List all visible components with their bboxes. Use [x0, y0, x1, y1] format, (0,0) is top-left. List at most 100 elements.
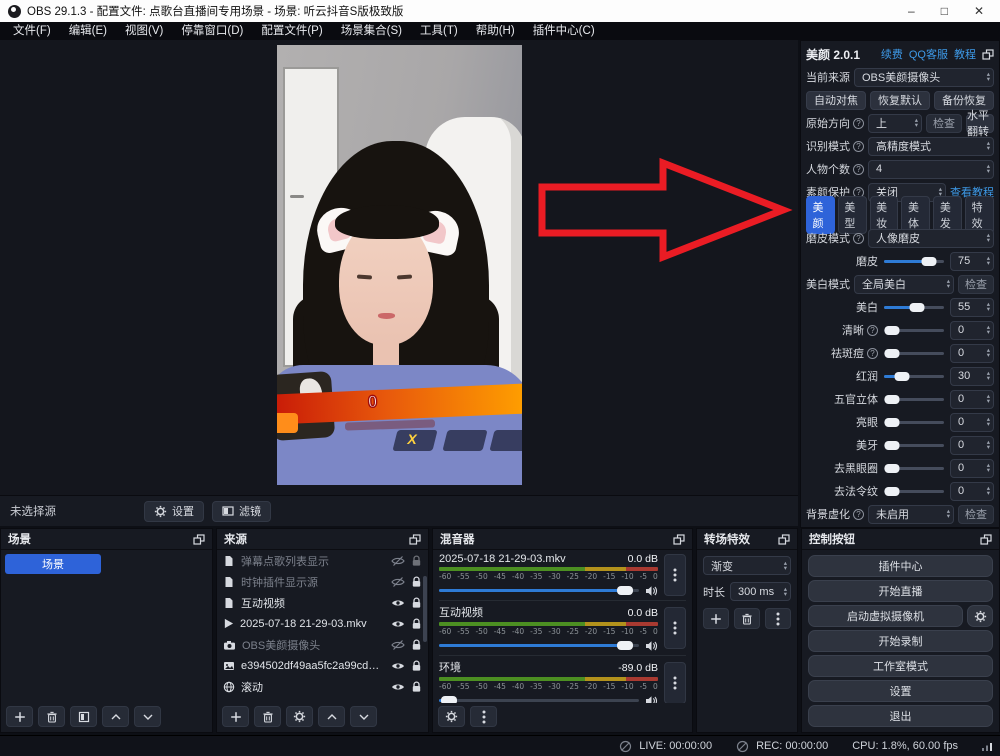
volume-slider[interactable]: [439, 589, 639, 592]
popout-icon[interactable]: [778, 534, 790, 545]
volume-handle[interactable]: [617, 586, 633, 595]
bg-blur-select[interactable]: 未启用 ▴▾: [868, 505, 954, 524]
person-count-spinner[interactable]: 4 ▴▾: [868, 160, 994, 179]
webcam-video[interactable]: 0 X: [277, 45, 522, 485]
slider-handle[interactable]: [885, 418, 900, 427]
slider-track[interactable]: [884, 421, 944, 424]
slider-handle[interactable]: [922, 257, 937, 266]
lock-icon[interactable]: [411, 597, 422, 609]
speaker-icon[interactable]: [645, 585, 658, 597]
slider-track[interactable]: [884, 306, 944, 309]
mixer-channel-menu-button[interactable]: [664, 554, 686, 596]
slider-track[interactable]: [884, 490, 944, 493]
slider-value-spinner[interactable]: 30▴▾: [950, 367, 994, 386]
virtual-cam-config-button[interactable]: [967, 605, 993, 627]
lock-icon[interactable]: [411, 555, 422, 567]
control-button-5[interactable]: 设置: [808, 680, 993, 702]
help-icon[interactable]: ?: [867, 325, 878, 336]
source-move-up-button[interactable]: [318, 706, 345, 727]
preview-canvas[interactable]: 0 X: [0, 40, 798, 495]
slider-track[interactable]: [884, 329, 944, 332]
slider-handle[interactable]: [885, 349, 900, 358]
autofocus-button[interactable]: 自动对焦: [806, 91, 866, 110]
remove-scene-button[interactable]: [38, 706, 65, 727]
add-scene-button[interactable]: [6, 706, 33, 727]
add-source-button[interactable]: [222, 706, 249, 727]
slider-value-spinner[interactable]: 55▴▾: [950, 298, 994, 317]
source-row[interactable]: 滚动: [217, 676, 428, 697]
volume-slider[interactable]: [439, 644, 639, 647]
close-button[interactable]: ✕: [974, 1, 984, 21]
smooth-mode-select[interactable]: 人像磨皮 ▴▾: [868, 229, 994, 248]
scene-item[interactable]: 场景: [5, 554, 101, 574]
volume-slider[interactable]: [439, 699, 639, 702]
help-icon[interactable]: ?: [853, 141, 864, 152]
whiten-check-button[interactable]: 检查: [958, 275, 994, 294]
mixer-menu-button[interactable]: [470, 706, 497, 727]
control-button-2[interactable]: 启动虚拟摄像机: [808, 605, 963, 627]
bg-blur-check-button[interactable]: 检查: [958, 505, 994, 524]
source-row[interactable]: 2025-07-18 21-29-03.mkv: [217, 613, 428, 634]
popout-icon[interactable]: [193, 534, 205, 545]
hidden-eye-icon[interactable]: [391, 555, 405, 567]
menu-item-5[interactable]: 场景集合(S): [332, 22, 411, 40]
flip-horizontal-button[interactable]: 水平翻转: [966, 114, 994, 133]
visible-eye-icon[interactable]: [391, 660, 405, 672]
help-icon[interactable]: ?: [853, 509, 864, 520]
menu-item-2[interactable]: 视图(V): [116, 22, 172, 40]
slider-value-spinner[interactable]: 0▴▾: [950, 390, 994, 409]
lock-icon[interactable]: [411, 681, 422, 693]
mixer-channel-menu-button[interactable]: [664, 662, 686, 703]
hidden-eye-icon[interactable]: [391, 576, 405, 588]
popout-icon[interactable]: [409, 534, 421, 545]
slider-value-spinner[interactable]: 0▴▾: [950, 413, 994, 432]
sources-scrollbar[interactable]: [423, 576, 427, 642]
source-properties-button[interactable]: [286, 706, 313, 727]
source-settings-button[interactable]: 设置: [144, 501, 204, 522]
slider-value-spinner[interactable]: 0▴▾: [950, 321, 994, 340]
menu-item-0[interactable]: 文件(F): [4, 22, 60, 40]
slider-handle[interactable]: [885, 441, 900, 450]
slider-handle[interactable]: [885, 464, 900, 473]
visible-eye-icon[interactable]: [391, 597, 405, 609]
slider-track[interactable]: [884, 444, 944, 447]
transition-select[interactable]: 渐变 ▴▾: [703, 556, 791, 575]
hidden-eye-icon[interactable]: [391, 639, 405, 651]
orientation-select[interactable]: 上 ▴▾: [868, 114, 922, 133]
help-icon[interactable]: ?: [867, 348, 878, 359]
recognition-mode-select[interactable]: 高精度模式 ▴▾: [868, 137, 994, 156]
restore-default-button[interactable]: 恢复默认: [870, 91, 930, 110]
scene-filters-button[interactable]: [70, 706, 97, 727]
duration-spinner[interactable]: 300 ms ▴▾: [730, 582, 791, 601]
slider-track[interactable]: [884, 375, 944, 378]
slider-track[interactable]: [884, 352, 944, 355]
slider-handle[interactable]: [885, 395, 900, 404]
lock-icon[interactable]: [411, 576, 422, 588]
slider-value-spinner[interactable]: 0▴▾: [950, 482, 994, 501]
scene-move-down-button[interactable]: [134, 706, 161, 727]
add-transition-button[interactable]: [703, 608, 729, 629]
scene-move-up-button[interactable]: [102, 706, 129, 727]
volume-handle[interactable]: [617, 641, 633, 650]
control-button-6[interactable]: 退出: [808, 705, 993, 727]
beauty-link-0[interactable]: 续费: [881, 46, 903, 62]
popout-icon[interactable]: [673, 534, 685, 545]
slider-handle[interactable]: [910, 303, 925, 312]
visible-eye-icon[interactable]: [391, 681, 405, 693]
remove-source-button[interactable]: [254, 706, 281, 727]
source-row[interactable]: e394502df49aa5fc2a99cd2e7c: [217, 655, 428, 676]
menu-item-7[interactable]: 帮助(H): [467, 22, 524, 40]
source-row[interactable]: 弹幕点歌列表显示: [217, 550, 428, 571]
help-icon[interactable]: ?: [853, 164, 864, 175]
help-icon[interactable]: ?: [853, 233, 864, 244]
source-row[interactable]: 时钟插件显示源: [217, 571, 428, 592]
orientation-check-button[interactable]: 检查: [926, 114, 962, 133]
lock-icon[interactable]: [411, 618, 422, 630]
minimize-button[interactable]: –: [908, 1, 915, 21]
advanced-audio-button[interactable]: [438, 706, 465, 727]
slider-handle[interactable]: [885, 487, 900, 496]
speaker-icon[interactable]: [645, 640, 658, 652]
slider-value-spinner[interactable]: 0▴▾: [950, 344, 994, 363]
slider-track[interactable]: [884, 467, 944, 470]
slider-track[interactable]: [884, 398, 944, 401]
